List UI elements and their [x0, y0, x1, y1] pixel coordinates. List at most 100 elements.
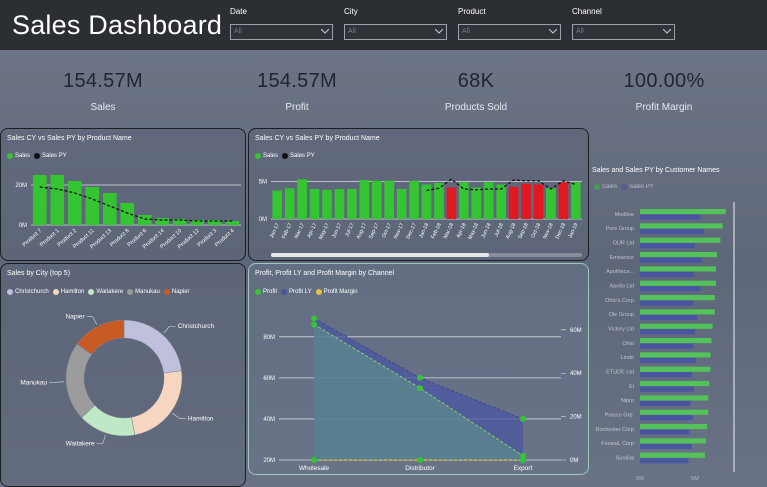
bar: [85, 187, 100, 225]
bar: [421, 184, 432, 219]
y-tick-label: 0M: [259, 217, 267, 223]
bar: [359, 180, 370, 219]
y-tick-label: Ohio: [622, 341, 634, 347]
bar: [640, 295, 715, 301]
kpi-profit-value: 154.57M: [257, 70, 337, 92]
bar: [384, 180, 395, 219]
data-point: [311, 457, 317, 463]
area-profit: [314, 324, 523, 460]
bar: [533, 184, 544, 219]
filter-channel-label: Channel: [572, 7, 602, 16]
filter-date-label: Date: [230, 7, 247, 16]
bar: [50, 175, 65, 225]
bar: [640, 429, 690, 435]
y-tick-label: Eminence: [610, 255, 634, 261]
y-tick-label: Prasco Grp.: [605, 413, 635, 419]
bar: [396, 189, 407, 219]
y-tick-label: Apollo Ltd: [610, 284, 634, 290]
kpi-profit-margin-value: 100.00%: [623, 70, 705, 92]
bar: [640, 286, 701, 292]
bar: [640, 314, 698, 320]
leader-line: [96, 434, 106, 444]
x-tick-label: Jul-18: [494, 222, 505, 237]
bar: [272, 190, 283, 219]
filter-channel-dropdown[interactable]: All: [572, 24, 675, 40]
y-tick-label: Ole Group: [609, 312, 634, 318]
bar: [67, 181, 82, 225]
x-tick-label: Oct-17: [381, 222, 393, 239]
bar: [508, 186, 519, 219]
bar: [334, 189, 345, 219]
x-tick-label: Jan-19: [567, 222, 579, 239]
leader-line: [86, 316, 98, 325]
x-tick-label: Nov-17: [393, 222, 406, 240]
chevron-down-icon: [435, 29, 443, 34]
bar: [640, 409, 709, 415]
bar: [640, 372, 692, 378]
bar: [640, 366, 711, 372]
bar: [640, 443, 692, 449]
data-label: Hamilton: [188, 416, 214, 423]
x-tick-label: Wholesale: [299, 465, 330, 472]
y-tick-label: Ei: [629, 384, 634, 390]
filter-city-dropdown[interactable]: All: [344, 24, 447, 40]
chevron-down-icon: [549, 29, 557, 34]
bar: [640, 223, 723, 229]
bar: [284, 188, 295, 219]
bar: [640, 438, 706, 444]
kpi-profit-margin-label: Profit Margin: [635, 102, 693, 113]
kpi-profit-margin: 100.00% Profit Margin: [589, 70, 739, 113]
y-tick-label: Ohio's Corp: [605, 298, 634, 304]
bar: [640, 352, 711, 358]
x-tick-label: 0M: [636, 476, 644, 482]
top-bar: Sales Dashboard Date All City All Produc…: [0, 0, 767, 50]
x-tick-label: Apr-17: [306, 222, 318, 239]
chart-sales-by-city[interactable]: Sales by City (top 5) Christchurch Hamil…: [0, 263, 246, 487]
x-tick-label: Feb-17: [281, 222, 293, 240]
y-tick-label: 60M: [263, 376, 275, 382]
data-point: [417, 457, 423, 463]
chart-canvas: Medline Pure Group OUR Ltd Eminence Apotheca…: [595, 202, 735, 482]
chart-sales-by-product[interactable]: Sales CY vs Sales PY by Product Name Sal…: [0, 128, 246, 261]
chart-profit-by-channel[interactable]: Profit, Profit LY and Profit Margin by C…: [248, 263, 589, 475]
bar: [640, 228, 704, 234]
y-tick-label: 20M: [263, 458, 275, 464]
x-tick-label: Apr-18: [456, 222, 468, 239]
x-tick-label: Aug-18: [505, 222, 518, 240]
bar: [640, 329, 695, 335]
bar: [640, 237, 721, 243]
bar: [640, 424, 708, 430]
bar: [640, 252, 717, 258]
pie-slice: [131, 370, 183, 436]
y-tick-label: ETUDE Ltd: [606, 370, 634, 376]
y-tick-label-right: 40M: [570, 371, 582, 377]
bar: [496, 184, 506, 219]
kpi-sales: 154.57M Sales: [28, 70, 178, 113]
y-tick-label: Apotheca...: [606, 269, 634, 275]
kpi-profit-label: Profit: [285, 102, 309, 113]
x-tick-label: Jan-17: [269, 222, 281, 239]
chart-sales-by-customer[interactable]: Sales and Sales PY by Customer Names Sal…: [590, 160, 767, 487]
bar: [640, 357, 697, 363]
bar: [640, 266, 716, 272]
filter-product-dropdown[interactable]: All: [458, 24, 561, 40]
chevron-down-icon: [663, 29, 671, 34]
bar: [32, 175, 47, 225]
x-tick-label: Export: [514, 465, 533, 472]
x-tick-label: May-17: [318, 222, 331, 240]
filter-product-label: Product: [458, 7, 486, 16]
chevron-down-icon: [321, 29, 329, 34]
bar: [640, 280, 716, 286]
bar: [137, 215, 152, 225]
bar: [640, 309, 715, 315]
bar: [640, 415, 693, 421]
chart-sales-by-month[interactable]: Sales CY vs Sales PY by Product Name Sal…: [248, 128, 589, 261]
bar: [322, 189, 332, 219]
pie-slice: [76, 319, 125, 355]
y-tick-label: 5M: [259, 180, 267, 186]
data-point: [417, 374, 423, 381]
kpi-products-sold: 68K Products Sold: [401, 70, 551, 113]
y-tick-label: Medline: [615, 212, 634, 218]
y-tick-label: 40M: [263, 417, 275, 423]
filter-date-dropdown[interactable]: All: [230, 24, 333, 40]
